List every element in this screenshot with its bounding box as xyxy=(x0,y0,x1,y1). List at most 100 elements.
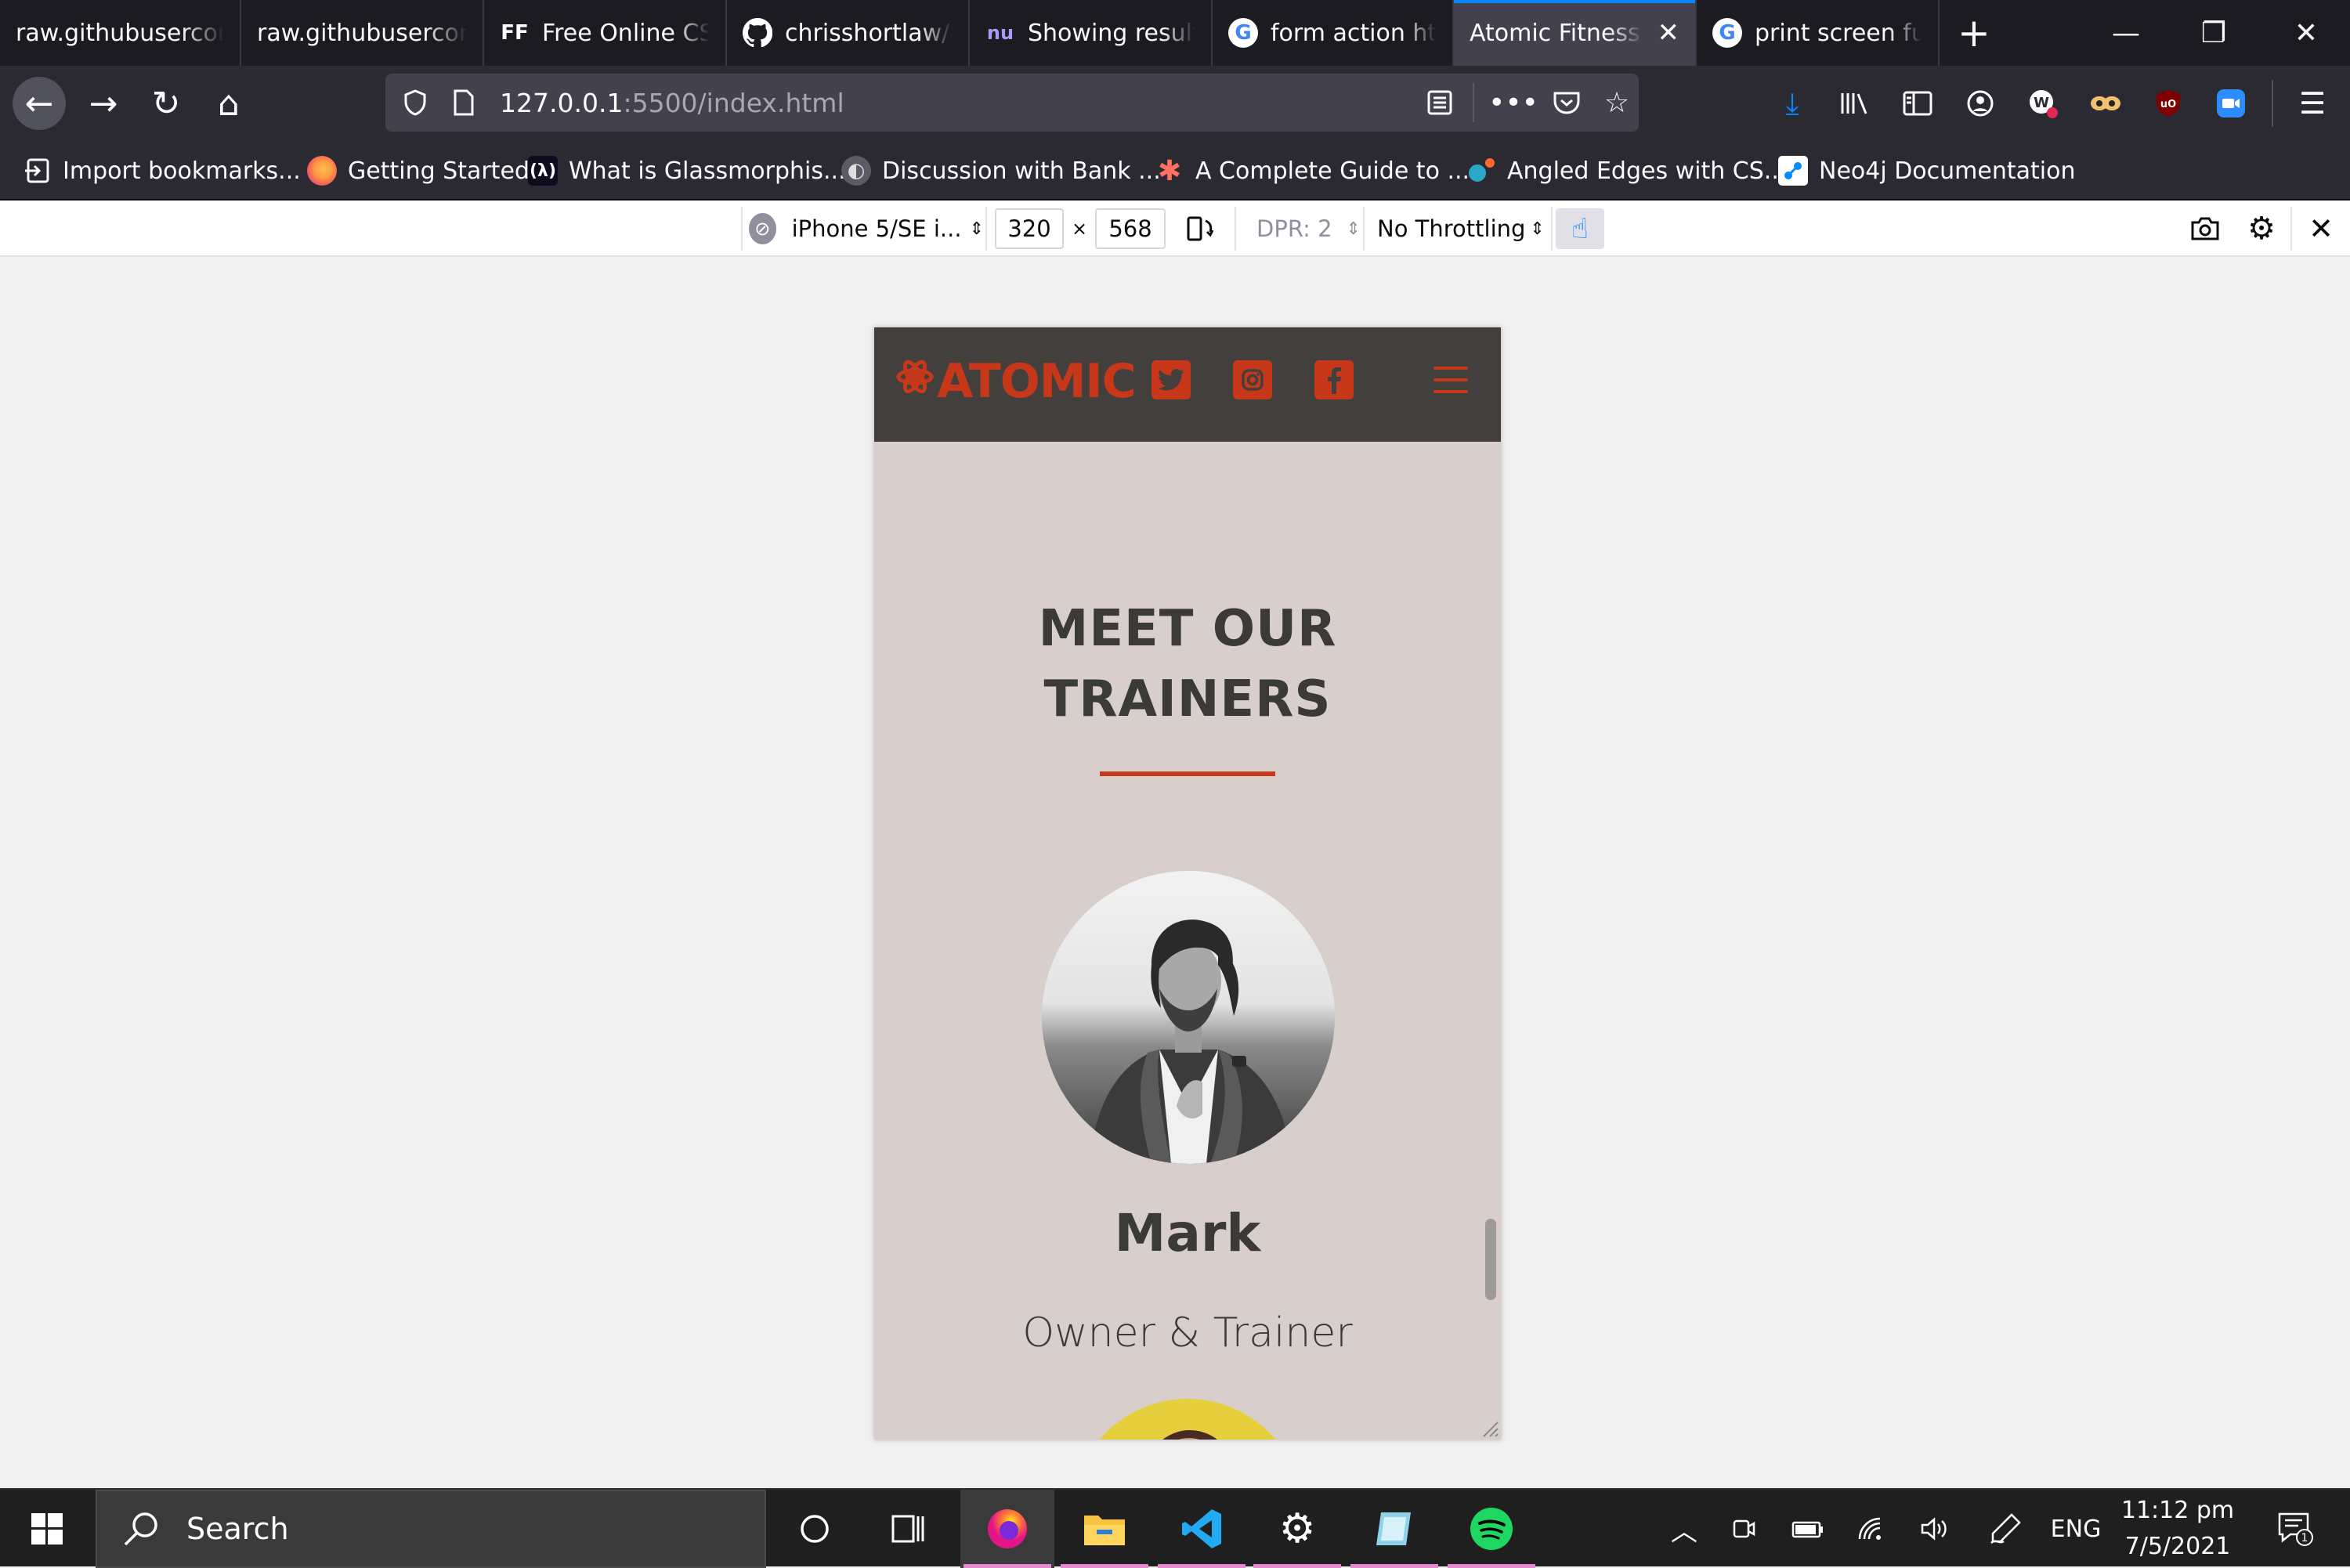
bookmark-angled-edges[interactable]: Angled Edges with CS... xyxy=(1466,147,1786,194)
bookmark-neo4j[interactable]: Neo4j Documentation xyxy=(1778,147,2075,194)
app-menu-icon[interactable]: ☰ xyxy=(2289,77,2336,130)
rotate-viewport-icon[interactable] xyxy=(1180,208,1219,249)
action-center-icon[interactable]: 1 xyxy=(2264,1490,2326,1568)
dpr-selector[interactable]: DPR: 2 ⇕ xyxy=(1256,208,1361,249)
spotify-icon xyxy=(1470,1508,1513,1550)
tab-label: chrisshortlaw/c xyxy=(785,19,953,47)
downloads-icon[interactable]: ⤓ xyxy=(1769,77,1816,130)
toolbar-divider xyxy=(2272,80,2273,127)
battery-icon[interactable] xyxy=(1784,1490,1831,1568)
touch-simulation-icon[interactable]: ☝ xyxy=(1556,208,1604,249)
instagram-icon[interactable] xyxy=(1233,360,1272,399)
extension-eyes-icon[interactable] xyxy=(2082,77,2129,130)
settings-gear-icon[interactable]: ⚙ xyxy=(2242,208,2281,249)
svg-text:W: W xyxy=(2034,95,2049,111)
section-title: MEET OUR TRAINERS xyxy=(874,594,1501,735)
cortana-icon[interactable] xyxy=(768,1490,862,1568)
more-actions-icon[interactable]: ••• xyxy=(1488,74,1538,132)
volume-icon[interactable] xyxy=(1911,1490,1958,1568)
bookmark-import[interactable]: Import bookmarks... xyxy=(22,147,301,194)
screenshot-icon[interactable] xyxy=(2186,208,2225,249)
taskbar-spotify[interactable] xyxy=(1444,1490,1538,1568)
tab-showing-results[interactable]: nu Showing results xyxy=(970,0,1213,66)
logo-text: ATOMIC xyxy=(937,354,1137,409)
new-tab-button[interactable]: + xyxy=(1950,9,1998,56)
taskbar-firefox[interactable] xyxy=(960,1490,1054,1568)
url-path: :5500/index.html xyxy=(623,87,844,118)
input-language[interactable]: ENG xyxy=(2044,1490,2107,1568)
show-hidden-icons-chevron-up-icon[interactable]: ︿ xyxy=(1661,1490,1708,1568)
extension-wappalyzer-icon[interactable]: W xyxy=(2019,77,2066,130)
tab-form-action[interactable]: G form action htm xyxy=(1213,0,1454,66)
device-name: iPhone 5/SE i... xyxy=(791,215,962,242)
taskbar-search[interactable]: Search xyxy=(96,1490,766,1568)
asterisk-icon: ✱ xyxy=(1157,154,1182,187)
wifi-icon[interactable] xyxy=(1849,1490,1896,1568)
device-selector[interactable]: ⊘ iPhone 5/SE i... ⇕ xyxy=(749,208,984,249)
meet-now-icon[interactable] xyxy=(1720,1490,1767,1568)
tab-print-screen[interactable]: G print screen fun xyxy=(1697,0,1940,66)
sidebar-icon[interactable] xyxy=(1894,77,1941,130)
task-view-icon[interactable] xyxy=(862,1490,956,1568)
tab-github[interactable]: chrisshortlaw/c xyxy=(727,0,970,66)
firefox-icon xyxy=(307,156,337,186)
dpr-label: DPR: 2 xyxy=(1256,215,1332,242)
windows-taskbar: Search ⚙ ︿ ENG 11:12 pm 7/5/2021 1 xyxy=(0,1488,2350,1568)
close-rdm-icon[interactable]: ✕ xyxy=(2301,208,2341,249)
clock-time: 11:12 pm xyxy=(2120,1497,2235,1524)
bookmark-discussion[interactable]: ◐ Discussion with Bank ... xyxy=(841,147,1161,194)
taskbar-vscode[interactable] xyxy=(1155,1490,1249,1568)
device-viewport[interactable]: ATOMIC MEET OUR TRAINERS Mark Owner & Tr… xyxy=(874,327,1501,1440)
bookmark-getting-started[interactable]: Getting Started xyxy=(307,147,530,194)
url-text[interactable]: 127.0.0.1:5500/index.html xyxy=(500,74,844,132)
viewport-width-input[interactable]: 320 xyxy=(995,208,1064,249)
reload-button[interactable]: ↻ xyxy=(139,77,193,130)
bookmark-label: What is Glassmorphis... xyxy=(569,157,846,185)
tab-raw-githubusercontent-2[interactable]: raw.githubusercontent.com xyxy=(241,0,484,66)
ublock-origin-icon[interactable]: uO xyxy=(2145,77,2192,130)
toolbar-separator xyxy=(985,207,987,251)
pen-workspace-icon[interactable] xyxy=(1982,1490,2029,1568)
account-icon[interactable] xyxy=(1957,77,2004,130)
taskbar-notes-app[interactable] xyxy=(1347,1490,1441,1568)
trainer-name: Mark xyxy=(1114,1203,1261,1263)
system-clock[interactable]: 11:12 pm 7/5/2021 xyxy=(2115,1490,2240,1568)
close-tab-icon[interactable]: ✕ xyxy=(1658,17,1680,49)
viewport-scrollbar[interactable] xyxy=(1485,1219,1496,1300)
back-button[interactable]: ← xyxy=(13,77,66,130)
bookmark-glassmorphism[interactable]: (λ) What is Glassmorphis... xyxy=(528,147,846,194)
section-title-line-2: TRAINERS xyxy=(1043,670,1332,728)
url-bar[interactable]: 127.0.0.1:5500/index.html ••• ☆ xyxy=(385,74,1639,132)
viewport-height-input[interactable]: 568 xyxy=(1095,208,1166,249)
window-close-button[interactable]: ✕ xyxy=(2262,0,2350,66)
tab-free-online-css[interactable]: FF Free Online CSS xyxy=(484,0,727,66)
google-icon: G xyxy=(1712,18,1742,48)
restore-button[interactable]: ❐ xyxy=(2170,0,2258,66)
throttling-selector[interactable]: No Throttling ⇕ xyxy=(1377,208,1545,249)
tab-raw-githubusercontent-1[interactable]: raw.githubusercontent.com xyxy=(0,0,241,66)
taskbar-file-explorer[interactable] xyxy=(1058,1490,1152,1568)
toolbar-separator xyxy=(1363,207,1365,251)
settings-gear-icon: ⚙ xyxy=(1278,1505,1316,1552)
taskbar-settings[interactable]: ⚙ xyxy=(1250,1490,1344,1568)
facebook-icon[interactable] xyxy=(1314,360,1354,399)
shield-icon[interactable] xyxy=(392,74,439,132)
site-logo[interactable]: ATOMIC xyxy=(896,354,1137,409)
bookmark-complete-guide[interactable]: ✱ A Complete Guide to ... xyxy=(1155,147,1470,194)
start-button[interactable] xyxy=(0,1490,94,1568)
home-button[interactable]: ⌂ xyxy=(202,77,255,130)
pocket-icon[interactable] xyxy=(1543,74,1590,132)
minimize-button[interactable]: — xyxy=(2082,0,2170,66)
reader-view-icon[interactable] xyxy=(1416,74,1463,132)
tab-atomic-fitness[interactable]: Atomic Fitness | ✕ xyxy=(1454,0,1697,66)
hamburger-menu-icon[interactable] xyxy=(1434,367,1468,393)
bookmark-star-icon[interactable]: ☆ xyxy=(1593,74,1640,132)
svg-text:uO: uO xyxy=(2160,99,2176,110)
forward-button[interactable]: → xyxy=(77,77,130,130)
atom-icon xyxy=(896,358,934,406)
library-icon[interactable] xyxy=(1831,77,1878,130)
twitter-icon[interactable] xyxy=(1152,360,1191,399)
search-placeholder: Search xyxy=(186,1512,289,1546)
viewport-resize-handle[interactable] xyxy=(1479,1418,1499,1438)
zoom-extension-icon[interactable] xyxy=(2207,77,2254,130)
